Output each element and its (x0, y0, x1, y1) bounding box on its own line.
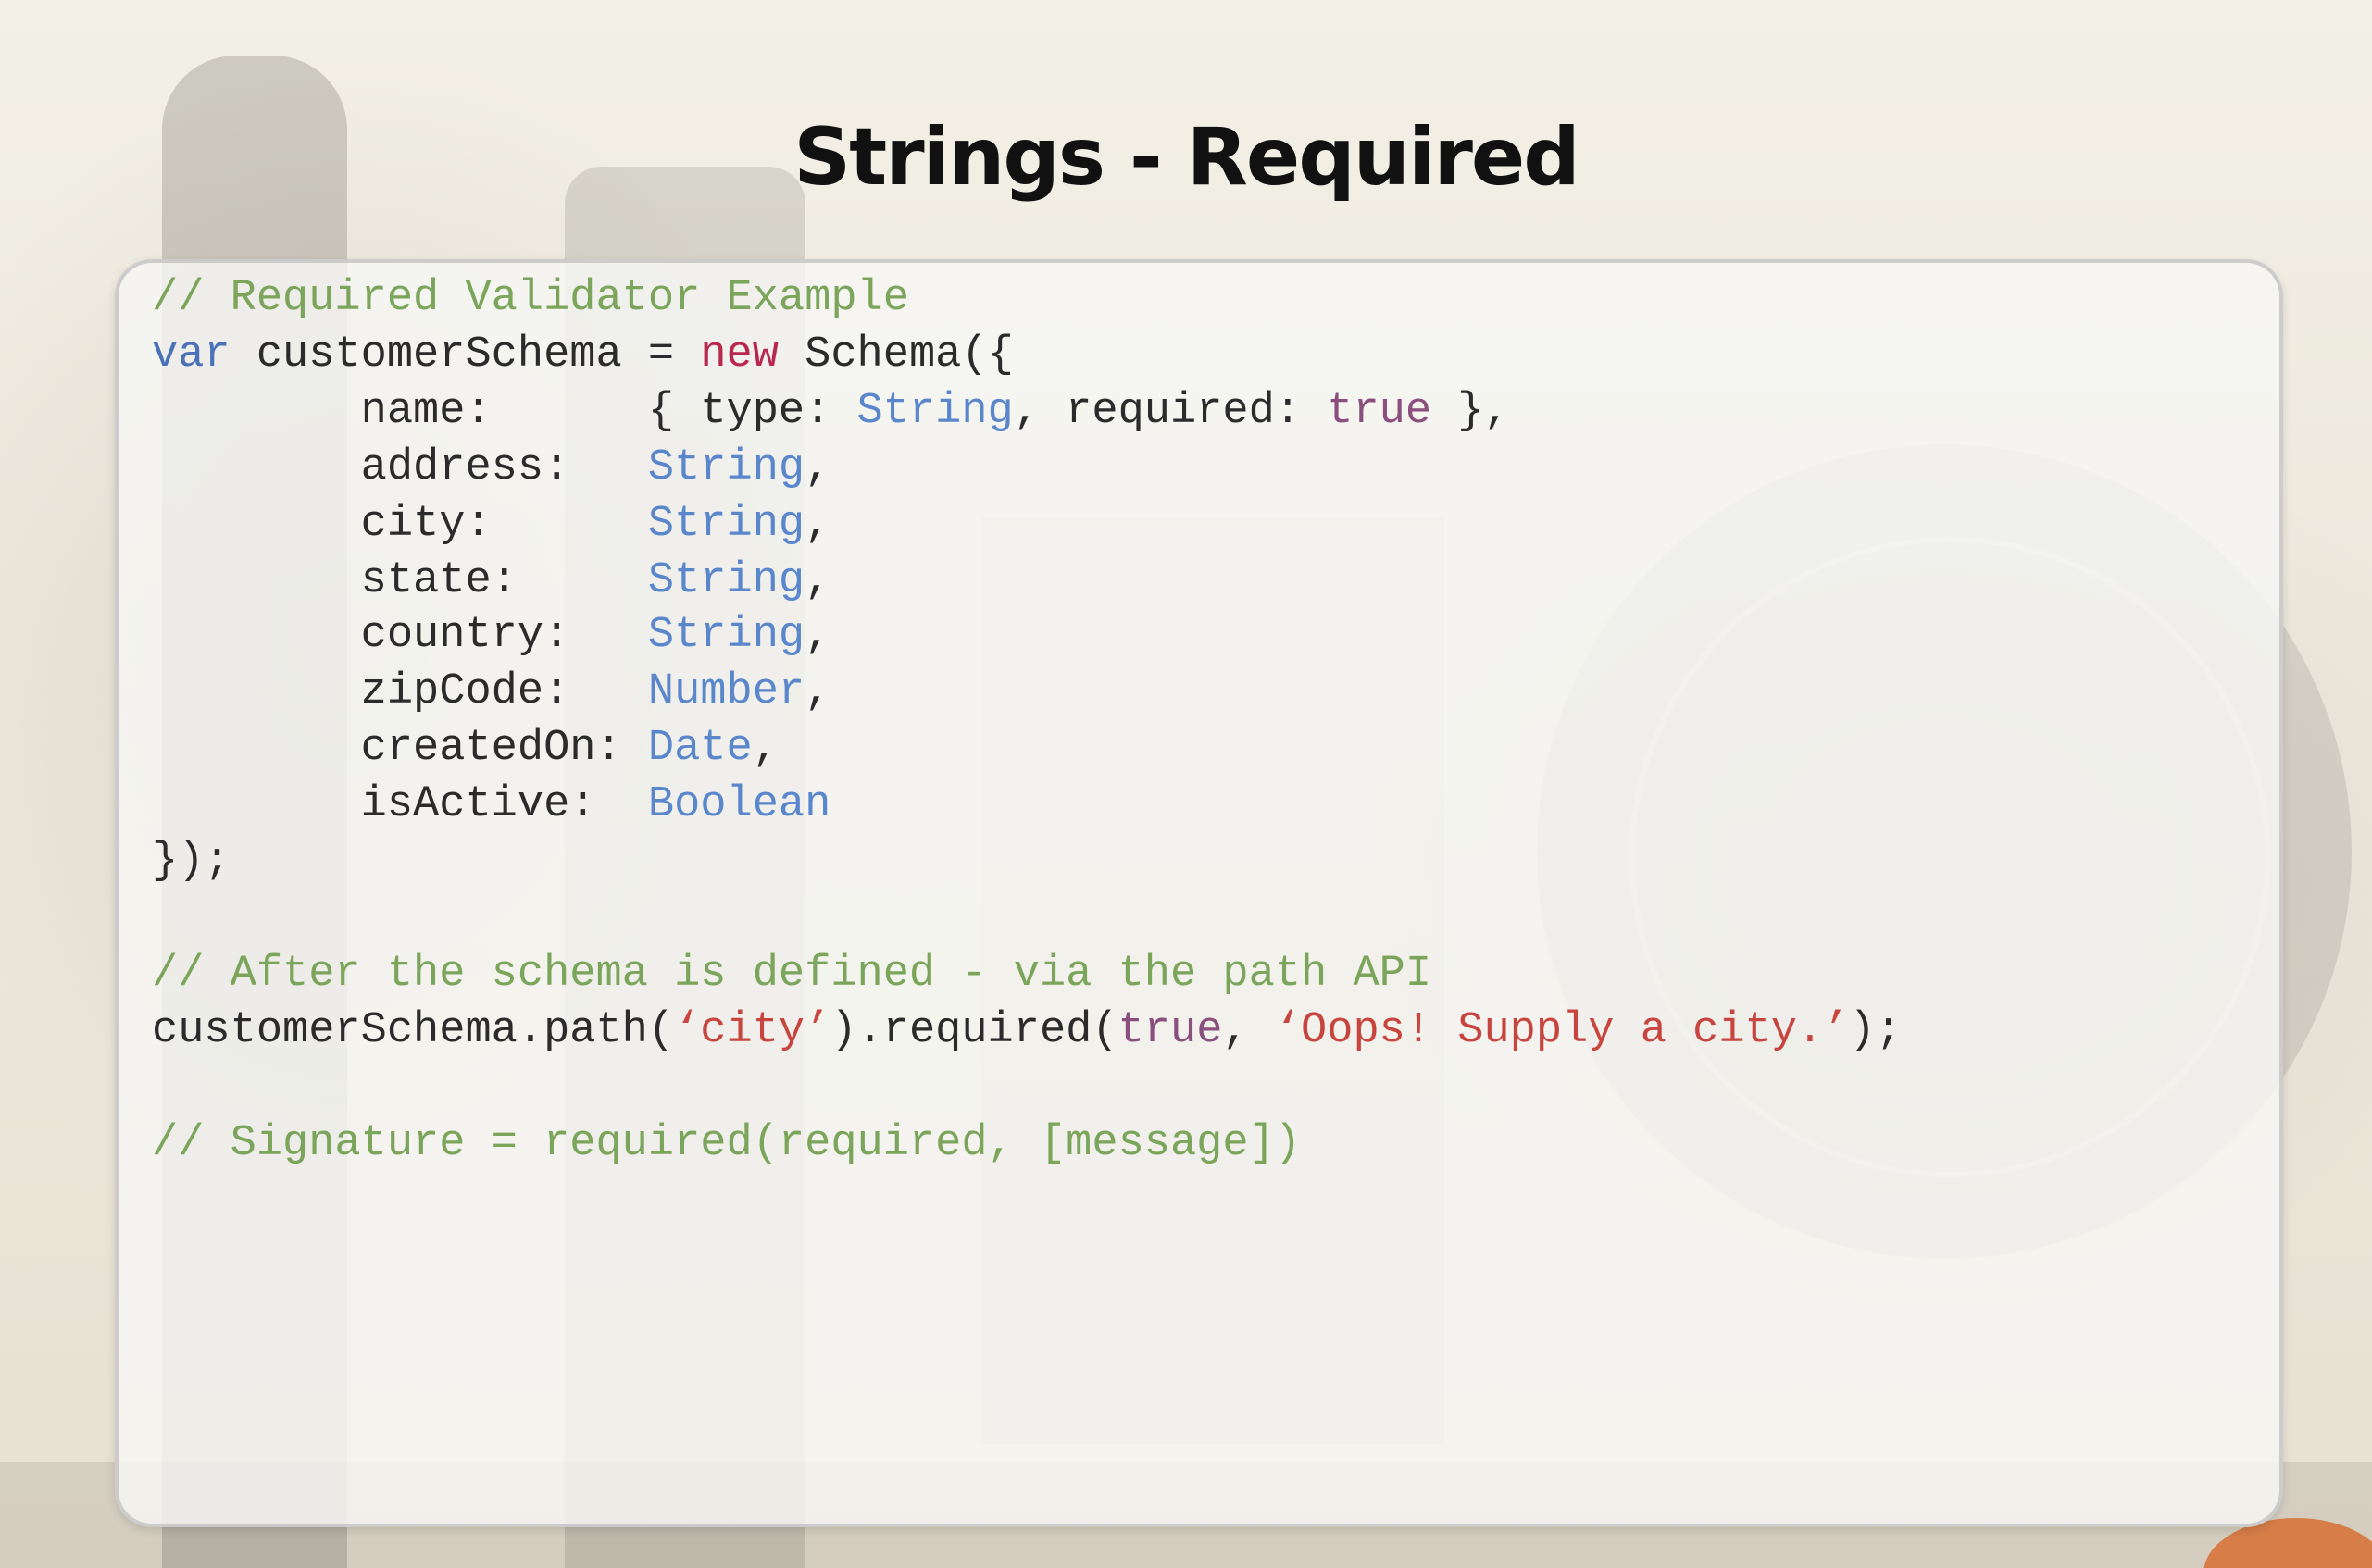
code-line-field-isactive: isActive: Boolean (152, 777, 1902, 833)
code-line-close: }); (152, 837, 231, 886)
path-call-prefix: customerSchema.path( (152, 1006, 675, 1055)
field-key: country: (152, 611, 648, 660)
field-key: isActive: (152, 780, 648, 829)
schema-constructor: Schema({ (778, 330, 1014, 380)
field-type: Number (647, 667, 805, 716)
call-suffix: ); (1849, 1006, 1902, 1055)
code-line-field-zipcode: zipCode: Number, (152, 664, 1902, 720)
required-call: ).required( (830, 1006, 1118, 1055)
field-separator: , (752, 724, 779, 773)
keyword-var: var (152, 330, 231, 380)
field-type: String (647, 556, 805, 605)
field-open-brace: { type: (647, 387, 857, 436)
code-block: // Required Validator Example var custome… (152, 270, 1902, 1172)
field-close-brace: }, (1431, 387, 1510, 436)
code-line-schema-declaration: var customerSchema = new Schema({ (152, 327, 1902, 383)
field-type: String (647, 500, 805, 549)
code-comment-heading: // Required Validator Example (152, 274, 909, 323)
argument-separator: , (1222, 1006, 1275, 1055)
field-key: address: (152, 443, 648, 492)
field-separator: , (805, 443, 831, 492)
field-type: Boolean (647, 780, 831, 829)
code-comment-path-api: // After the schema is defined - via the… (152, 950, 1432, 999)
error-message-string: ‘Oops! Supply a city.’ (1274, 1006, 1850, 1055)
required-flag: true (1117, 1006, 1223, 1055)
field-key: zipCode: (152, 667, 648, 716)
field-separator: , (805, 556, 831, 605)
field-type: String (647, 611, 805, 660)
field-key: createdOn: (152, 724, 648, 773)
code-line-field-city: city: String, (152, 496, 1902, 553)
slide-title: Strings - Required (793, 111, 1580, 204)
path-argument-string: ‘city’ (674, 1006, 831, 1055)
code-line-field-state: state: String, (152, 553, 1902, 607)
field-key: state: (152, 556, 648, 605)
field-separator: , (805, 667, 831, 716)
code-comment-signature: // Signature = required(required, [messa… (152, 1119, 1302, 1168)
field-separator: , (805, 611, 831, 660)
code-line-field-country: country: String, (152, 607, 1902, 664)
field-required-key: , required: (1013, 387, 1328, 436)
field-type: String (856, 387, 1014, 436)
field-required-value: true (1327, 387, 1432, 436)
code-line-path-required: customerSchema.path(‘city’).required(tru… (152, 1002, 1902, 1059)
field-type: String (647, 443, 805, 492)
field-key: city: (152, 500, 648, 549)
code-line-field-createdon: createdOn: Date, (152, 720, 1902, 777)
field-separator: , (805, 500, 831, 549)
field-key: name: (152, 387, 648, 436)
code-line-field-address: address: String, (152, 440, 1902, 496)
field-type: Date (647, 724, 753, 773)
keyword-new: new (700, 330, 779, 380)
code-line-field-name: name: { type: String, required: true }, (152, 383, 1902, 440)
schema-variable-declaration: customerSchema = (230, 330, 701, 380)
